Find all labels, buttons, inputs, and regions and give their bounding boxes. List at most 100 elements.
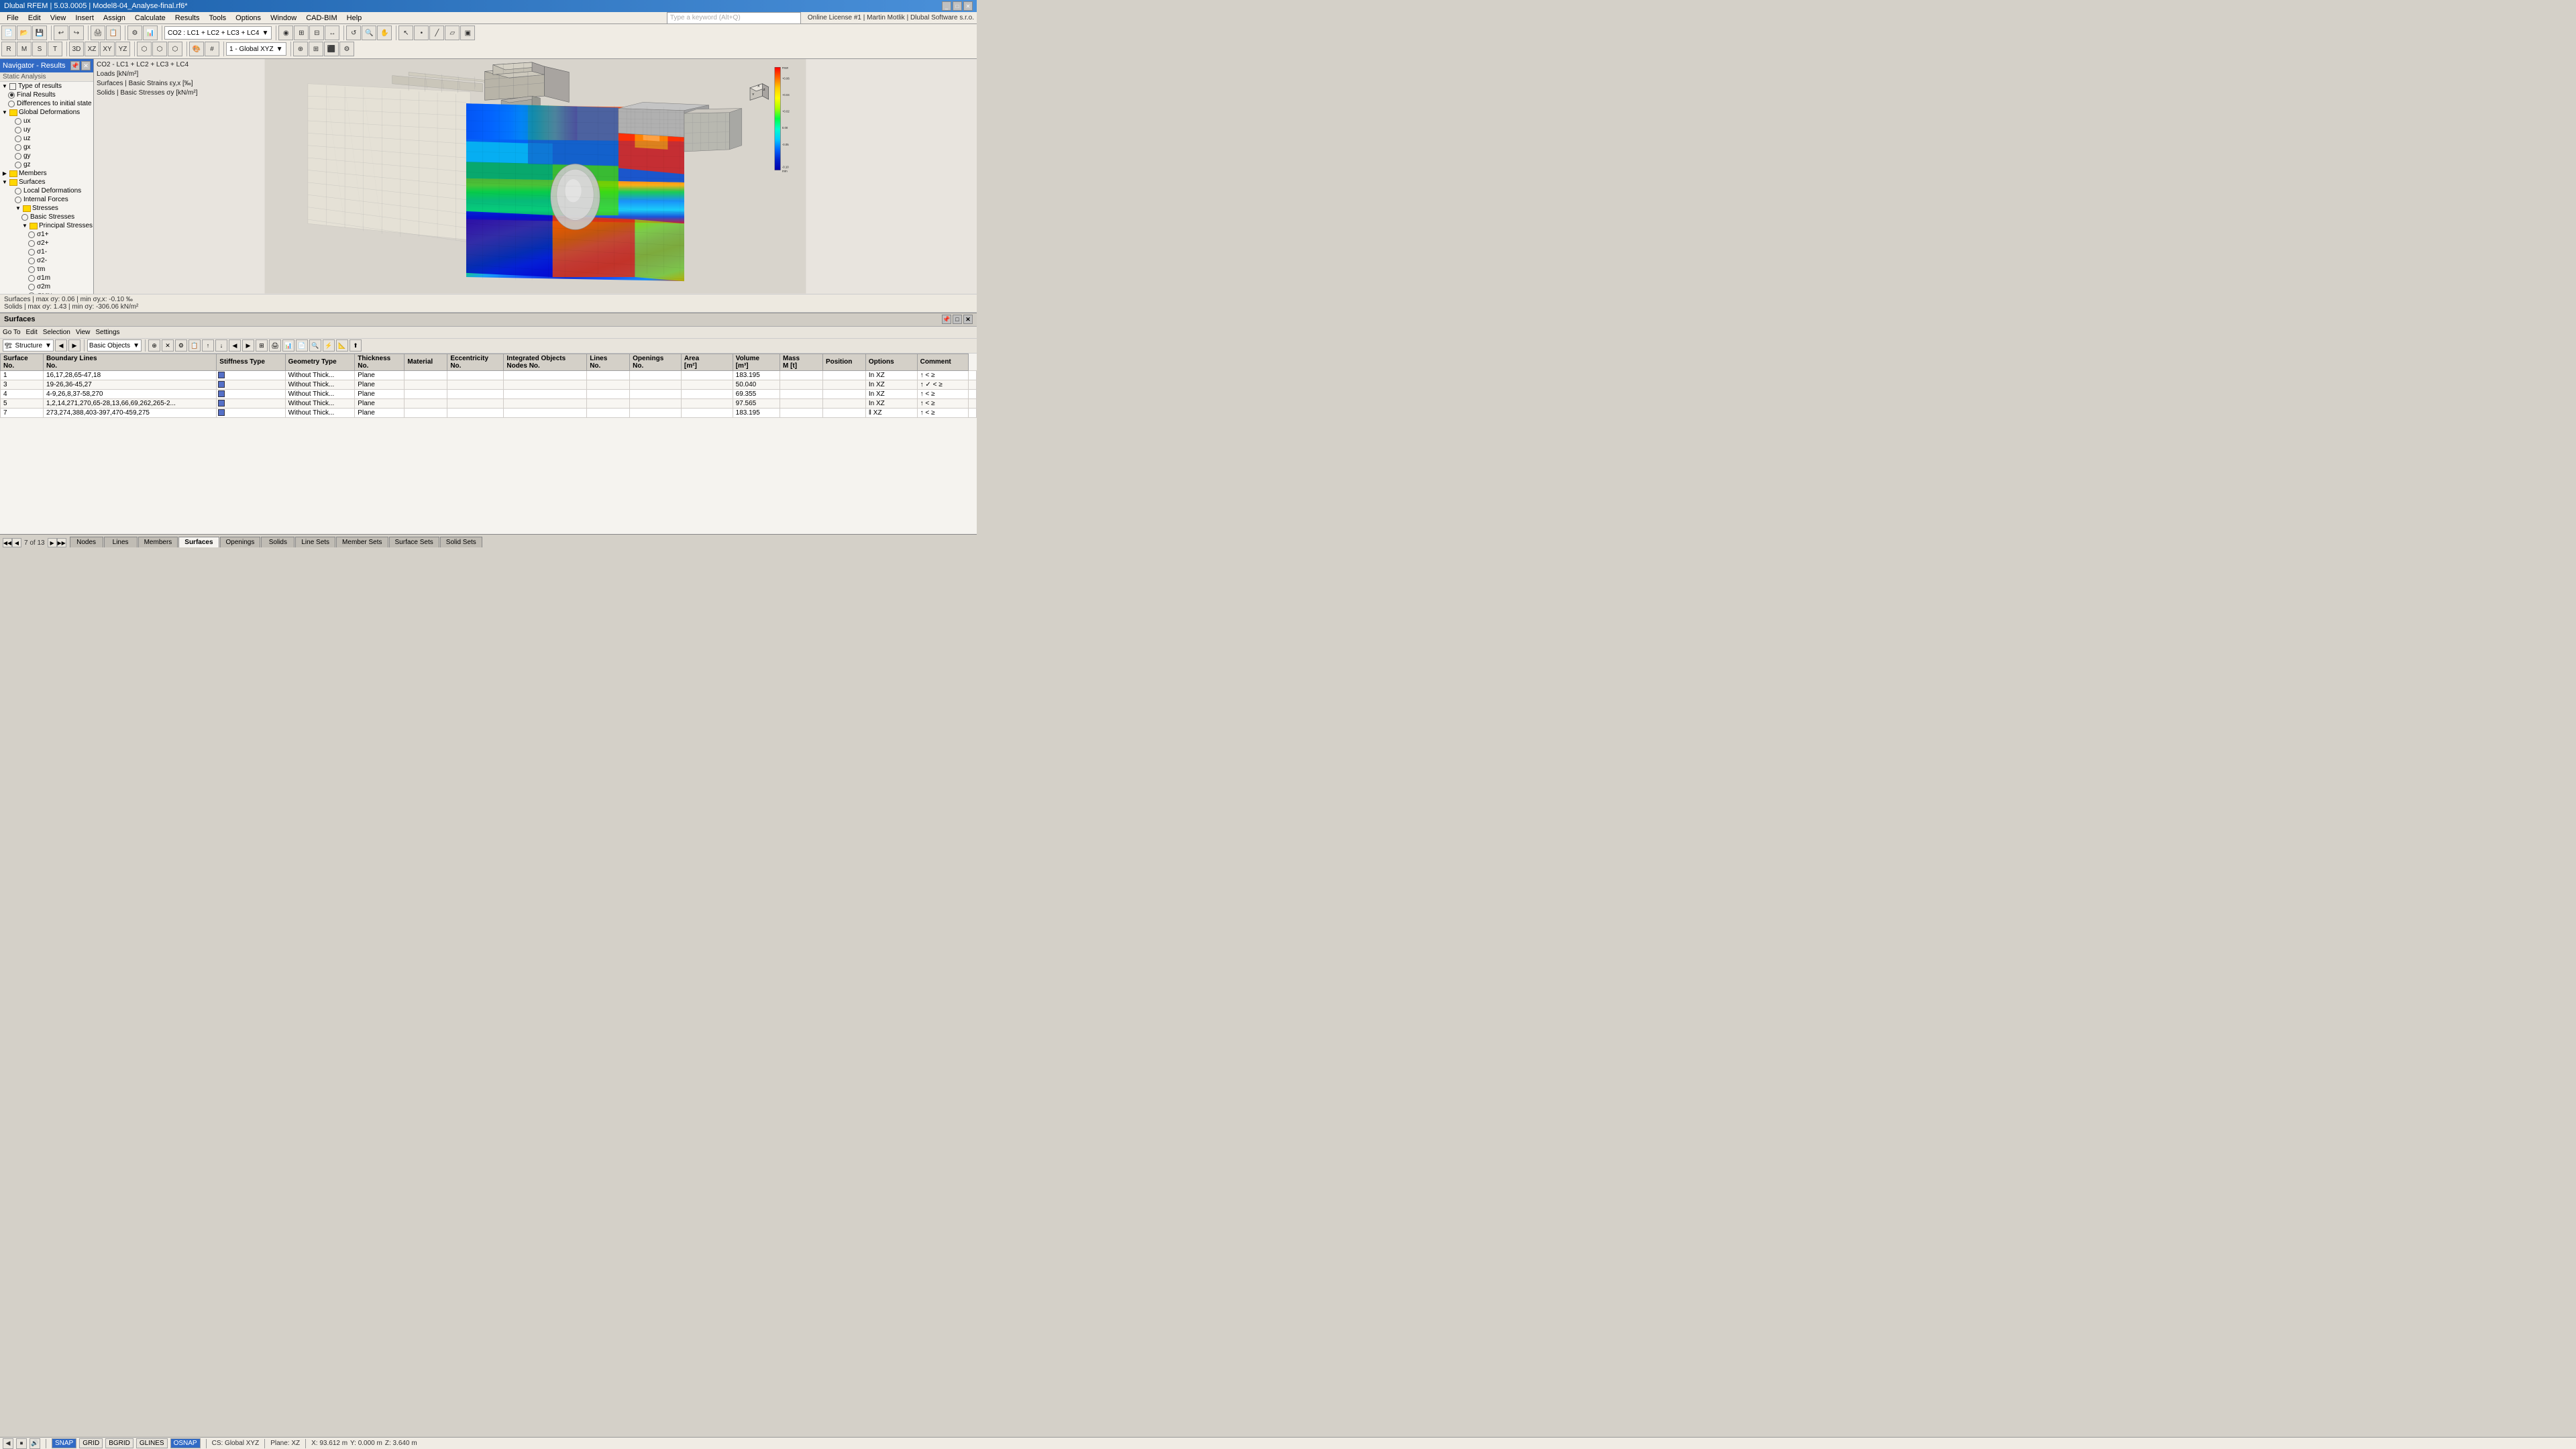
snap-node-btn[interactable]: ⊕ — [293, 42, 308, 56]
solid-btn[interactable]: ▣ — [460, 25, 475, 40]
table-row[interactable]: 1 16,17,28,65-47,18 Without Thick... Pla… — [1, 370, 977, 380]
nav-local-deformations[interactable]: Local Deformations — [0, 186, 93, 195]
tb-icon-8[interactable]: ▶ — [242, 339, 254, 352]
nav-gx[interactable]: gx — [0, 143, 93, 152]
sb-icon-1[interactable]: ◀ — [3, 1438, 13, 1449]
menu-window[interactable]: Window — [266, 13, 301, 23]
surfaces-menu-goto[interactable]: Go To — [3, 329, 21, 336]
tab-member-sets[interactable]: Member Sets — [336, 537, 388, 547]
nav-stresses[interactable]: ▼ Stresses — [0, 204, 93, 213]
view-btn-4[interactable]: ↔ — [325, 25, 339, 40]
menu-assign[interactable]: Assign — [99, 13, 129, 23]
nav-uz[interactable]: uz — [0, 134, 93, 143]
glines-button[interactable]: GLINES — [136, 1438, 168, 1448]
tb-icon-10[interactable]: 🖨 — [269, 339, 281, 352]
structure-dropdown[interactable]: 🏗 Structure ▼ — [3, 339, 54, 352]
snap-grid-btn[interactable]: ⊞ — [309, 42, 323, 56]
tb-icon-2[interactable]: ✕ — [162, 339, 174, 352]
nav-gz[interactable]: gz — [0, 160, 93, 169]
nav-final-results[interactable]: Final Results — [0, 91, 93, 99]
tb-icon-7[interactable]: ◀ — [229, 339, 241, 352]
tab-openings[interactable]: Openings — [220, 537, 261, 547]
iso-btn[interactable]: ⬡ — [137, 42, 152, 56]
disp-btn-1[interactable]: R — [1, 42, 16, 56]
table-row[interactable]: 5 1,2,14,271,270,65-28,13,66,69,262,265-… — [1, 398, 977, 408]
navigator-pin-button[interactable]: 📌 — [70, 61, 80, 70]
solid-view-btn[interactable]: ⬡ — [168, 42, 182, 56]
sb-icon-3[interactable]: 🔊 — [30, 1438, 40, 1449]
nav-basic-stresses[interactable]: Basic Stresses — [0, 213, 93, 221]
nav-ux[interactable]: ux — [0, 117, 93, 125]
undo-button[interactable]: ↩ — [54, 25, 68, 40]
minimize-button[interactable]: _ — [942, 1, 951, 11]
tab-lines[interactable]: Lines — [104, 537, 138, 547]
disp-btn-4[interactable]: T — [48, 42, 62, 56]
nav-surfaces[interactable]: ▼ Surfaces — [0, 178, 93, 186]
nav-s2[interactable]: σ2+ — [0, 239, 93, 248]
tb-icon-5[interactable]: ↑ — [202, 339, 214, 352]
redo-button[interactable]: ↪ — [69, 25, 84, 40]
sb-icon-2[interactable]: ⏹ — [16, 1438, 27, 1449]
table-row[interactable]: 3 19-26,36-45,27 Without Thick... Plane … — [1, 380, 977, 389]
surfaces-table[interactable]: SurfaceNo. Boundary LinesNo. Stiffness T… — [0, 354, 977, 535]
tb-icon-3[interactable]: ⚙ — [175, 339, 187, 352]
copy-button[interactable]: 📋 — [106, 25, 121, 40]
surfaces-menu-edit[interactable]: Edit — [26, 329, 38, 336]
tb-icon-13[interactable]: 🔍 — [309, 339, 321, 352]
menu-insert[interactable]: Insert — [71, 13, 98, 23]
nav-differences[interactable]: Differences to initial state — [0, 99, 93, 108]
nav-type-results[interactable]: ▼ Type of results — [0, 82, 93, 91]
surfaces-menu-settings[interactable]: Settings — [95, 329, 119, 336]
tab-surface-sets[interactable]: Surface Sets — [389, 537, 439, 547]
tb-icon-9[interactable]: ⊞ — [256, 339, 268, 352]
surfaces-pin-button[interactable]: 📌 — [942, 315, 951, 324]
display-settings-btn[interactable]: ⚙ — [339, 42, 354, 56]
tb-icon-14[interactable]: ⚡ — [323, 339, 335, 352]
menu-help[interactable]: Help — [343, 13, 366, 23]
menu-calculate[interactable]: Calculate — [131, 13, 170, 23]
nav-s8[interactable]: σeqv — [0, 291, 93, 294]
view-btn-2[interactable]: ⊞ — [294, 25, 309, 40]
grid-button[interactable]: GRID — [79, 1438, 103, 1448]
open-button[interactable]: 📂 — [17, 25, 32, 40]
tb-icon-1[interactable]: ⊕ — [148, 339, 160, 352]
rotate-btn[interactable]: ↺ — [346, 25, 361, 40]
surfaces-maximize-button[interactable]: □ — [953, 315, 962, 324]
tb-icon-16[interactable]: ⬆ — [350, 339, 362, 352]
surfaces-close-button[interactable]: ✕ — [963, 315, 973, 324]
tb-icon-11[interactable]: 📊 — [282, 339, 294, 352]
viewxz-btn[interactable]: XZ — [85, 42, 99, 56]
zoom-btn[interactable]: 🔍 — [362, 25, 376, 40]
tb-prev-btn[interactable]: ◀ — [55, 339, 67, 352]
prev-page-btn[interactable]: ◀ — [12, 538, 21, 547]
nav-s5[interactable]: τm — [0, 265, 93, 274]
tb-icon-12[interactable]: 📄 — [296, 339, 308, 352]
menu-results[interactable]: Results — [171, 13, 204, 23]
menu-file[interactable]: File — [3, 13, 23, 23]
render-btn[interactable]: ⬛ — [324, 42, 339, 56]
nav-s3[interactable]: σ1- — [0, 248, 93, 256]
nav-s7[interactable]: σ2m — [0, 282, 93, 291]
navigator-tree[interactable]: ▼ Type of results Final Results Differen… — [0, 82, 93, 294]
new-button[interactable]: 📄 — [1, 25, 16, 40]
tab-members[interactable]: Members — [138, 537, 178, 547]
nav-internal-forces[interactable]: Internal Forces — [0, 195, 93, 204]
nav-members[interactable]: ▶ Members — [0, 169, 93, 178]
tb-icon-15[interactable]: 📐 — [336, 339, 348, 352]
tab-solid-sets[interactable]: Solid Sets — [440, 537, 482, 547]
disp-btn-2[interactable]: M — [17, 42, 32, 56]
line-btn[interactable]: ╱ — [429, 25, 444, 40]
calc-button[interactable]: ⚙ — [127, 25, 142, 40]
pan-btn[interactable]: ✋ — [377, 25, 392, 40]
nav-global-deformations[interactable]: ▼ Global Deformations — [0, 108, 93, 117]
menu-edit[interactable]: Edit — [24, 13, 45, 23]
viewxy-btn[interactable]: XY — [100, 42, 115, 56]
menu-cad-bim[interactable]: CAD-BIM — [302, 13, 341, 23]
tab-solids[interactable]: Solids — [261, 537, 294, 547]
select-btn[interactable]: ↖ — [398, 25, 413, 40]
save-button[interactable]: 💾 — [32, 25, 47, 40]
wireframe-btn[interactable]: ⬡ — [152, 42, 167, 56]
tab-line-sets[interactable]: Line Sets — [295, 537, 335, 547]
next-page-btn[interactable]: ▶ — [48, 538, 57, 547]
nav-s4[interactable]: σ2- — [0, 256, 93, 265]
